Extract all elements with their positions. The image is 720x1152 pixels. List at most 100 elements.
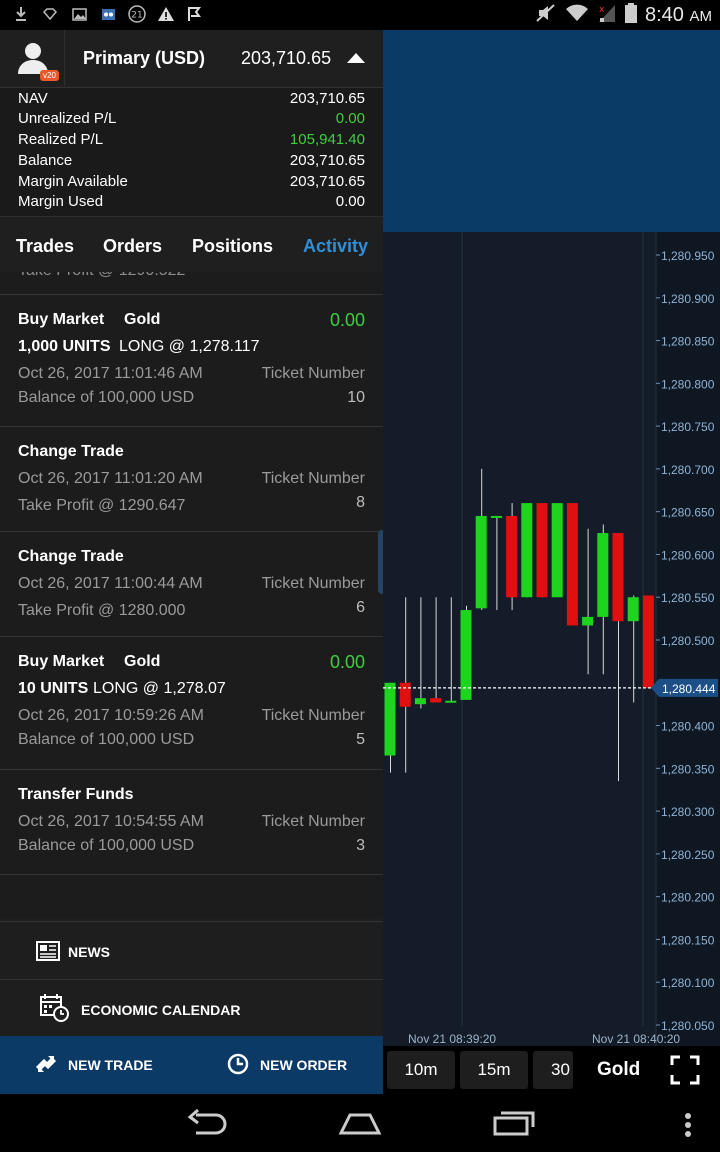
tab-activity[interactable]: Activity: [303, 236, 368, 257]
candle: [384, 682, 396, 773]
activity-date: Oct 26, 2017 11:00:44 AM: [18, 575, 203, 592]
activity-type: Change Trade: [18, 443, 124, 460]
image-icon: [70, 5, 88, 23]
y-tick-label: 1,280.700: [661, 463, 715, 477]
svg-text:x: x: [599, 5, 605, 15]
version-badge: v20: [40, 70, 59, 81]
new-order-button[interactable]: NEW ORDER: [226, 1036, 347, 1094]
activity-type: Change Trade: [18, 548, 124, 565]
summary-row-realized: Realized P/L 105,941.40: [18, 131, 365, 148]
activity-instrument: Gold: [124, 653, 161, 670]
timeframe-15m[interactable]: 15m: [460, 1051, 528, 1089]
account-balance: 203,710.65: [241, 48, 332, 68]
activity-type: Buy Market: [18, 311, 105, 328]
y-tick-label: 1,280.650: [661, 506, 715, 520]
list-item[interactable]: Change Trade Oct 26, 2017 11:01:20 AM Ti…: [0, 426, 383, 531]
y-tick-label: 1,280.150: [661, 933, 715, 947]
mute-icon: [535, 3, 557, 28]
ticket-label: Ticket Number: [261, 707, 365, 724]
candle-body: [536, 503, 548, 598]
candle-body: [490, 515, 502, 518]
swap-arrows-icon: [34, 1052, 58, 1079]
activity-date: Oct 26, 2017 11:01:20 AM: [18, 470, 203, 487]
home-icon[interactable]: [338, 1109, 382, 1142]
svg-text:21: 21: [131, 11, 142, 21]
list-item[interactable]: Change Trade Oct 26, 2017 11:00:44 AM Ti…: [0, 531, 383, 636]
warning-icon: [157, 5, 175, 23]
candle-body: [460, 610, 472, 700]
side-menu: NEWS ECONOMIC CALENDAR: [0, 918, 383, 1036]
tab-positions[interactable]: Positions: [192, 236, 273, 257]
candle: [597, 524, 609, 675]
activity-list[interactable]: Take Profit @ 1290.522 Buy Market Gold 0…: [0, 272, 383, 918]
candle-body: [627, 597, 639, 622]
activity-detail: Balance of 100,000 USD: [18, 731, 195, 748]
y-tick-label: 1,280.100: [661, 976, 715, 990]
y-tick-label: 1,280.050: [661, 1019, 715, 1033]
diamond-icon: [41, 5, 59, 23]
candle-body: [566, 503, 578, 626]
wifi-icon: [565, 3, 589, 28]
candle-body: [582, 616, 594, 626]
candle: [551, 503, 563, 598]
economic-calendar-menu-item[interactable]: ECONOMIC CALENDAR: [0, 979, 383, 1037]
activity-detail: Balance of 100,000 USD: [18, 837, 195, 854]
y-tick-label: 1,280.850: [661, 335, 715, 349]
collapse-caret-icon[interactable]: [347, 53, 365, 63]
partial-list-item: Take Profit @ 1290.522: [18, 272, 185, 280]
candle-body: [612, 533, 624, 622]
clock: 8:40 AM: [645, 4, 712, 26]
badge-21-icon: 21: [128, 5, 146, 23]
candlestick-chart[interactable]: 1,280.950 1,280.900 1,280.850 1,280.800 1,28…: [383, 232, 720, 1046]
fullscreen-icon[interactable]: [670, 1055, 700, 1085]
ticket-label: Ticket Number: [261, 813, 365, 830]
activity-pl: 0.00: [329, 310, 365, 330]
ticket-number: 8: [356, 494, 365, 511]
ticket-number: 3: [356, 837, 365, 854]
y-tick-label: 1,280.750: [661, 420, 715, 434]
new-trade-button[interactable]: NEW TRADE: [34, 1036, 153, 1094]
activity-position: LONG @ 1,278.117: [119, 338, 260, 355]
y-tick-label: 1,280.300: [661, 805, 715, 819]
ticket-label: Ticket Number: [261, 575, 365, 592]
battery-icon: [625, 3, 637, 28]
ticket-number: 10: [347, 389, 365, 406]
activity-date: Oct 26, 2017 10:59:26 AM: [18, 707, 204, 724]
timeframe-30[interactable]: 30: [533, 1051, 573, 1089]
timeframe-10m[interactable]: 10m: [387, 1051, 455, 1089]
instrument-selector[interactable]: Gold: [597, 1059, 640, 1081]
tab-trades[interactable]: Trades: [16, 236, 74, 257]
back-icon[interactable]: [186, 1108, 228, 1142]
list-item[interactable]: Buy Market Gold 0.00 10 UNITS LONG @ 1,2…: [0, 636, 383, 769]
candle: [612, 533, 624, 782]
candle: [627, 595, 639, 703]
account-header[interactable]: v20 Primary (USD) 203,710.65: [0, 30, 383, 88]
current-price-label: 1,280.444: [662, 682, 716, 696]
activity-position: LONG @ 1,278.07: [93, 680, 226, 697]
activity-detail: Take Profit @ 1280.000: [18, 602, 186, 619]
account-panel: v20 Primary (USD) 203,710.65 NAV 203,710.…: [0, 30, 383, 1094]
news-menu-item[interactable]: NEWS: [0, 921, 383, 979]
recents-icon[interactable]: [493, 1109, 535, 1142]
y-tick-label: 1,280.900: [661, 292, 715, 306]
tab-orders[interactable]: Orders: [103, 236, 162, 257]
candle-body: [597, 533, 609, 617]
activity-units: 1,000 UNITS: [18, 338, 111, 355]
price-chart[interactable]: 1,280.950 1,280.900 1,280.850 1,280.800 1,28…: [383, 232, 720, 1046]
y-tick-label: 1,280.550: [661, 591, 715, 605]
summary-row-margin-used: Margin Used 0.00: [18, 193, 365, 210]
avatar[interactable]: v20: [14, 40, 59, 81]
clock-icon: [226, 1052, 250, 1079]
list-item[interactable]: Buy Market Gold 0.00 1,000 UNITS LONG @ …: [0, 294, 383, 426]
summary-row-unrealized: Unrealized P/L 0.00: [18, 110, 365, 127]
y-tick-label: 1,280.800: [661, 377, 715, 391]
candle: [506, 503, 518, 611]
list-item[interactable]: Transfer Funds Oct 26, 2017 10:54:55 AM …: [0, 769, 383, 875]
x-tick-label: Nov 21 08:40:20: [592, 1032, 680, 1046]
candle: [521, 503, 533, 598]
activity-date: Oct 26, 2017 11:01:46 AM: [18, 365, 203, 382]
summary-row-nav: NAV 203,710.65: [18, 90, 365, 107]
tab-bar: Trades Orders Positions Activity: [0, 216, 383, 272]
account-summary: NAV 203,710.65 Unrealized P/L 0.00 Realize…: [0, 88, 383, 216]
overflow-menu-icon[interactable]: [684, 1112, 692, 1143]
